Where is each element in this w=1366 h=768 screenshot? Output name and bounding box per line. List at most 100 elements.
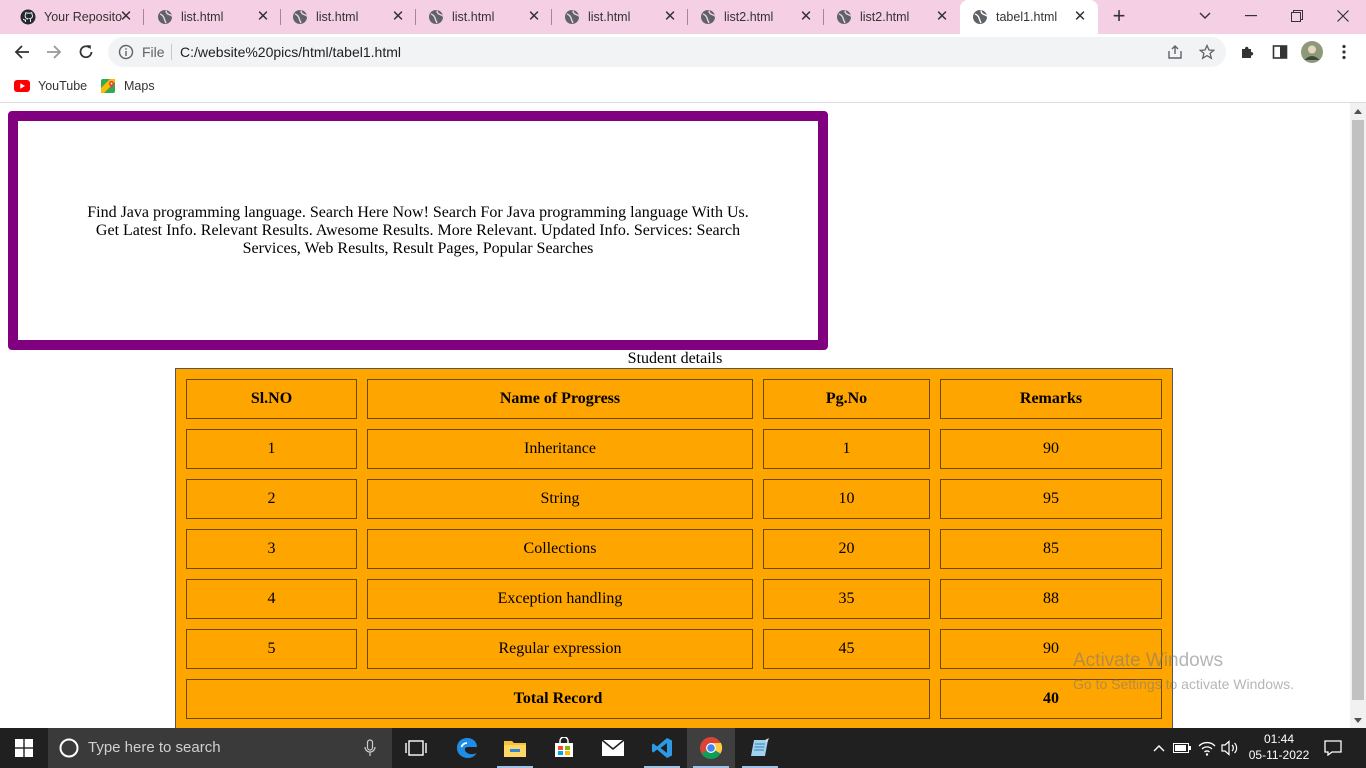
browser-toolbar: File C:/website%20pics/html/tabel1.html	[0, 34, 1366, 70]
tab-label: list.html	[316, 10, 359, 24]
close-icon[interactable]: ✕	[798, 9, 814, 25]
taskbar-file-explorer[interactable]	[491, 728, 539, 768]
taskbar-notepad[interactable]	[736, 728, 784, 768]
action-center-button[interactable]	[1318, 736, 1348, 760]
side-panel-icon	[1272, 45, 1288, 59]
reload-button[interactable]	[71, 37, 101, 67]
bookmark-maps[interactable]: Maps	[100, 76, 155, 96]
new-tab-button[interactable]: +	[1108, 5, 1130, 27]
tab-search-button[interactable]	[1182, 0, 1228, 32]
vertical-scrollbar[interactable]	[1350, 103, 1366, 728]
cell-pg-no: 45	[763, 629, 930, 669]
extensions-button[interactable]	[1237, 41, 1259, 63]
forward-button[interactable]	[39, 37, 69, 67]
scroll-up-arrow[interactable]	[1350, 103, 1366, 119]
cell-remarks: 85	[940, 529, 1162, 569]
vscode-icon	[652, 738, 672, 758]
close-icon[interactable]: ✕	[390, 9, 406, 25]
notepad-icon	[751, 738, 769, 756]
total-row: Total Record 40	[186, 679, 1162, 719]
table-row: 3 Collections 20 85	[186, 529, 1162, 569]
clock-time: 01:44	[1263, 732, 1295, 746]
close-icon	[1337, 10, 1349, 22]
url-text[interactable]: C:/website%20pics/html/tabel1.html	[180, 44, 401, 60]
table-caption: Student details	[627, 350, 723, 367]
close-window-button[interactable]	[1320, 0, 1366, 32]
back-button[interactable]	[7, 37, 37, 67]
cell-pg-no: 20	[763, 529, 930, 569]
tab-tabel1-html[interactable]: tabel1.html ✕	[960, 0, 1098, 34]
cell-name: Inheritance	[367, 429, 753, 469]
tab-list-html-1[interactable]: list.html ✕	[137, 0, 281, 34]
ad-text: Find Java programming language. Search H…	[87, 203, 749, 257]
tab-your-repositories[interactable]: Your Repositor ✕	[0, 0, 144, 34]
github-icon	[20, 9, 36, 25]
table-row: 4 Exception handling 35 88	[186, 579, 1162, 619]
taskbar-search-box[interactable]: Type here to search	[48, 728, 392, 768]
activate-windows-subtitle[interactable]: Go to Settings to activate Windows.	[1073, 676, 1294, 692]
chevron-down-icon	[1199, 12, 1211, 19]
scrollbar-thumb[interactable]	[1352, 120, 1364, 700]
close-icon[interactable]: ✕	[118, 9, 134, 25]
taskbar-store[interactable]	[540, 728, 588, 768]
cell-sl-no: 3	[186, 529, 357, 569]
tab-list-html-4[interactable]: list.html ✕	[544, 0, 688, 34]
share-icon[interactable]	[1166, 43, 1184, 61]
tab-list2-html-2[interactable]: list2.html ✕	[816, 0, 960, 34]
arrow-left-icon	[14, 45, 29, 59]
table-row: 5 Regular expression 45 90	[186, 629, 1162, 669]
cell-name: Collections	[367, 529, 753, 569]
tab-strip: Your Repositor ✕ list.html ✕ list.html ✕…	[0, 0, 1366, 34]
tab-list-html-2[interactable]: list.html ✕	[272, 0, 416, 34]
minimize-button[interactable]	[1228, 0, 1274, 32]
cell-sl-no: 5	[186, 629, 357, 669]
microphone-icon[interactable]	[364, 739, 376, 762]
battery-indicator[interactable]	[1172, 738, 1192, 758]
close-icon[interactable]: ✕	[934, 9, 950, 25]
task-view-button[interactable]	[392, 728, 440, 768]
more-vert-icon	[1342, 44, 1346, 60]
start-button[interactable]	[0, 728, 48, 768]
taskbar-edge[interactable]	[443, 728, 491, 768]
tab-list2-html-1[interactable]: list2.html ✕	[680, 0, 824, 34]
maps-icon	[100, 78, 116, 94]
page-content: Find Java programming language. Search H…	[0, 103, 1350, 728]
globe-icon	[157, 9, 173, 25]
bookmark-label: YouTube	[38, 79, 88, 93]
address-bar[interactable]: File C:/website%20pics/html/tabel1.html	[108, 37, 1226, 67]
profile-avatar[interactable]	[1301, 41, 1323, 63]
side-panel-button[interactable]	[1269, 41, 1291, 63]
header-remarks: Remarks	[940, 379, 1162, 419]
table-row: 1 Inheritance 1 90	[186, 429, 1162, 469]
bookmark-youtube[interactable]: YouTube	[14, 76, 87, 96]
puzzle-icon	[1242, 46, 1254, 58]
close-icon[interactable]: ✕	[1072, 9, 1088, 25]
taskbar-mail[interactable]	[589, 728, 637, 768]
tray-overflow-button[interactable]	[1149, 738, 1169, 758]
info-icon[interactable]	[118, 44, 134, 65]
total-label: Total Record	[186, 679, 930, 719]
cell-sl-no: 1	[186, 429, 357, 469]
bookmark-star-icon[interactable]	[1198, 43, 1216, 61]
taskbar-chrome[interactable]	[687, 728, 735, 768]
restore-button[interactable]	[1274, 0, 1320, 32]
taskbar-vscode[interactable]	[638, 728, 686, 768]
cell-sl-no: 4	[186, 579, 357, 619]
close-icon[interactable]: ✕	[662, 9, 678, 25]
scroll-down-arrow[interactable]	[1350, 712, 1366, 728]
cell-remarks: 95	[940, 479, 1162, 519]
tab-list-html-3[interactable]: list.html ✕	[408, 0, 552, 34]
notification-icon	[1324, 740, 1342, 756]
taskbar-clock[interactable]: 01:44 05-11-2022	[1244, 731, 1314, 763]
menu-button[interactable]	[1333, 41, 1355, 63]
close-icon[interactable]: ✕	[255, 9, 271, 25]
reload-icon	[79, 45, 93, 59]
scheme-label: File	[142, 44, 165, 60]
taskbar-search-placeholder: Type here to search	[88, 739, 221, 756]
tab-label: list.html	[588, 10, 631, 24]
network-indicator[interactable]	[1197, 738, 1217, 758]
edge-icon	[457, 738, 477, 758]
close-icon[interactable]: ✕	[526, 9, 542, 25]
globe-icon	[564, 9, 580, 25]
volume-indicator[interactable]	[1220, 738, 1240, 758]
